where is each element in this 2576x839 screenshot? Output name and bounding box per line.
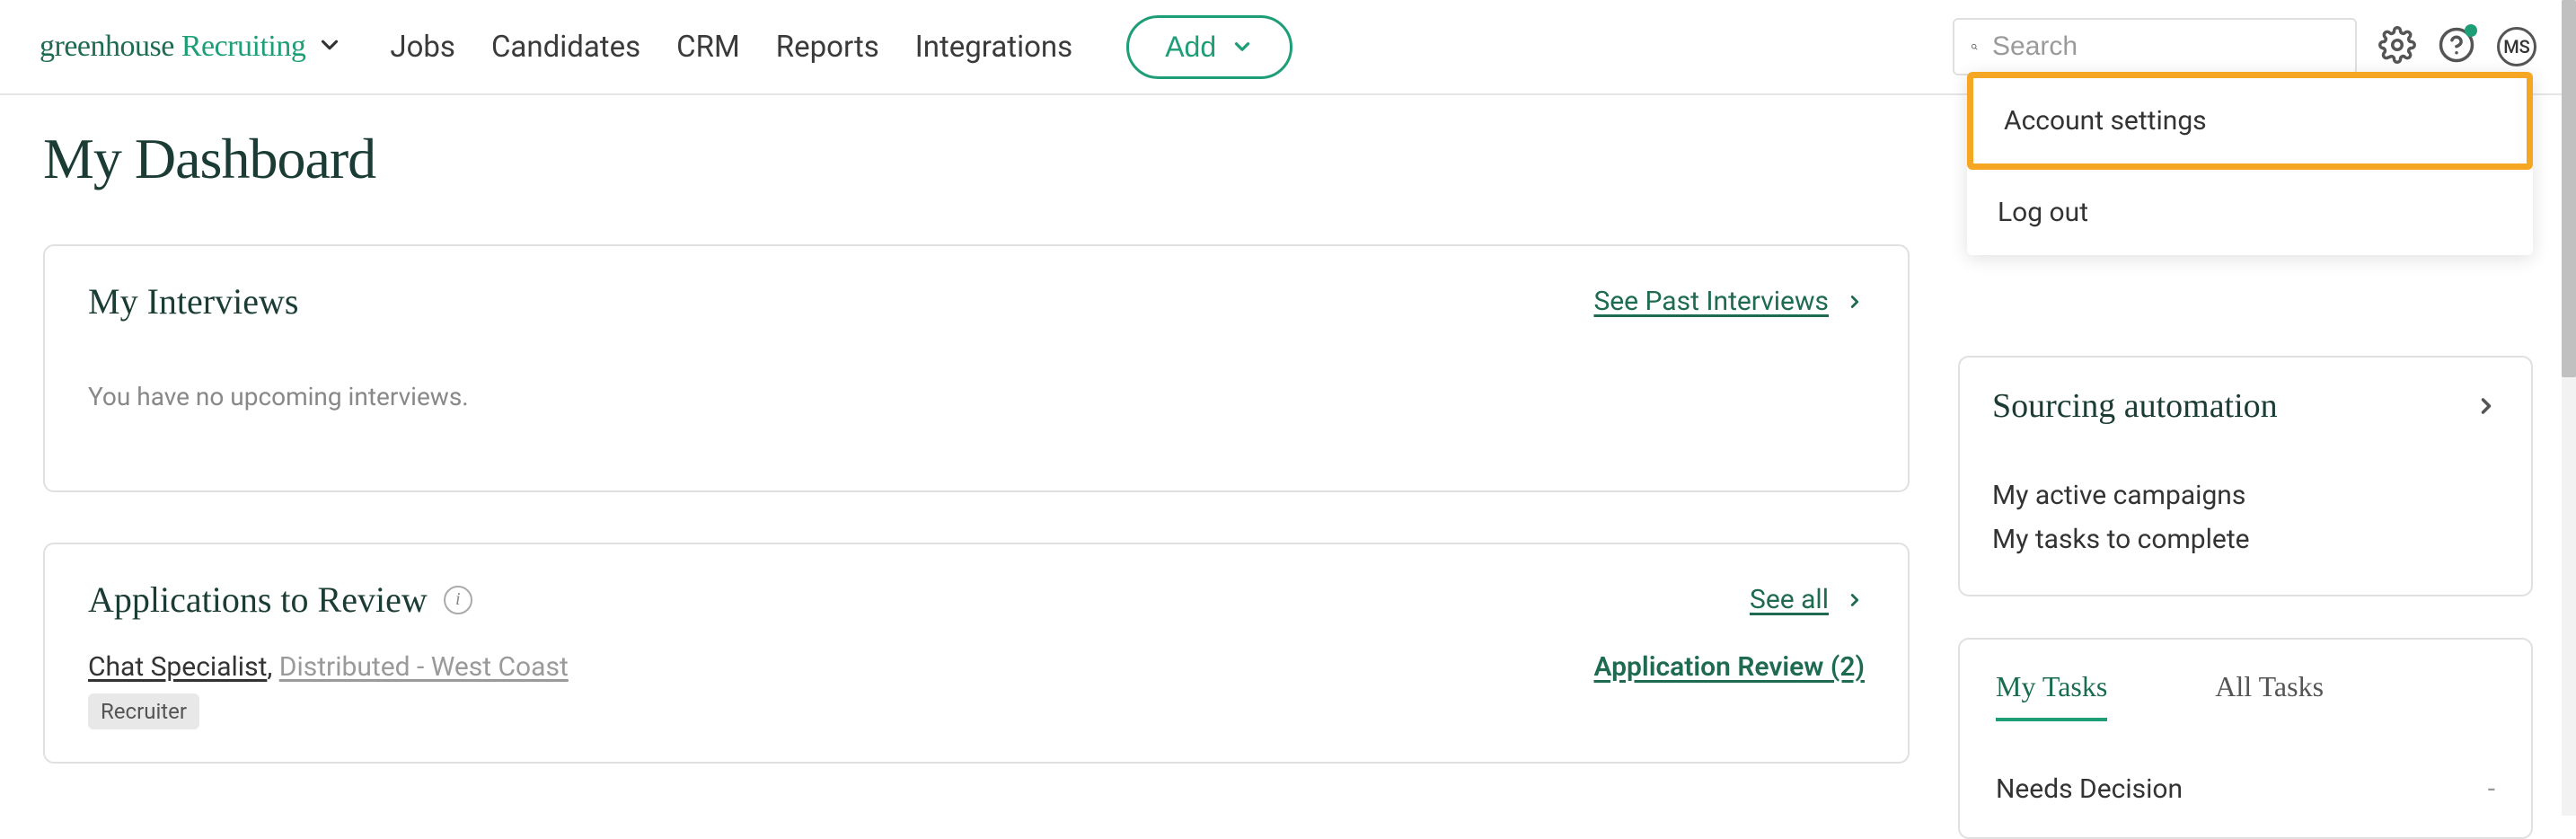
sourcing-header[interactable]: Sourcing automation	[1960, 358, 2531, 455]
sourcing-card: Sourcing automation My active campaigns …	[1958, 356, 2533, 596]
brand[interactable]: greenhouse Recruiting	[40, 30, 343, 64]
applications-title: Applications to Review i	[88, 578, 472, 621]
nav-right: MS	[1953, 18, 2536, 75]
account-settings-item[interactable]: Account settings	[1967, 72, 2533, 170]
search-icon	[1971, 31, 1978, 63]
tasks-card: My Tasks All Tasks Needs Decision -	[1958, 638, 2533, 839]
tab-all-tasks[interactable]: All Tasks	[2215, 670, 2324, 721]
nav-candidates[interactable]: Candidates	[491, 30, 640, 65]
interviews-card: My Interviews See Past Interviews You ha…	[43, 244, 1910, 492]
tasks-to-complete-link[interactable]: My tasks to complete	[1992, 524, 2499, 555]
nav-reports[interactable]: Reports	[776, 30, 879, 65]
search-input[interactable]	[1992, 31, 2339, 62]
application-job-link[interactable]: Chat Specialist	[88, 651, 267, 683]
top-nav: greenhouse Recruiting Jobs Candidates CR…	[0, 0, 2576, 95]
gear-icon	[2378, 26, 2416, 64]
scrollbar-track[interactable]	[2562, 0, 2576, 816]
application-review-link[interactable]: Application Review (2)	[1594, 651, 1865, 683]
avatar[interactable]: MS	[2497, 27, 2536, 66]
chevron-down-icon[interactable]	[316, 31, 343, 62]
info-icon[interactable]: i	[444, 586, 472, 614]
main-column: My Dashboard My Interviews See Past Inte…	[43, 126, 1910, 839]
application-row: Chat Specialist, Distributed - West Coas…	[88, 651, 1865, 729]
chevron-down-icon	[1231, 35, 1254, 58]
chevron-right-icon	[1845, 292, 1865, 312]
interviews-title: My Interviews	[88, 280, 298, 322]
active-campaigns-link[interactable]: My active campaigns	[1992, 480, 2499, 511]
nav-links: Jobs Candidates CRM Reports Integrations	[390, 30, 1072, 65]
scrollbar-thumb[interactable]	[2562, 0, 2576, 377]
interviews-empty: You have no upcoming interviews.	[88, 373, 1865, 447]
add-button[interactable]: Add	[1126, 15, 1292, 79]
task-row-value: -	[2488, 773, 2495, 805]
search-field[interactable]	[1953, 18, 2357, 75]
log-out-item[interactable]: Log out	[1967, 170, 2533, 255]
brand-text: greenhouse Recruiting	[40, 30, 305, 64]
nav-jobs[interactable]: Jobs	[390, 30, 455, 65]
nav-integrations[interactable]: Integrations	[915, 30, 1072, 65]
sourcing-title: Sourcing automation	[1992, 386, 2278, 426]
notification-dot	[2465, 24, 2477, 37]
user-dropdown: Account settings Log out	[1967, 72, 2533, 255]
add-button-label: Add	[1165, 31, 1216, 64]
applications-card: Applications to Review i See all Chat Sp…	[43, 543, 1910, 764]
settings-button[interactable]	[2378, 26, 2416, 67]
role-badge: Recruiter	[88, 693, 199, 729]
past-interviews-link[interactable]: See Past Interviews	[1593, 286, 1865, 317]
help-button[interactable]	[2438, 26, 2475, 67]
see-all-applications-link[interactable]: See all	[1750, 584, 1865, 615]
task-row: Needs Decision -	[1960, 721, 2531, 837]
task-row-label: Needs Decision	[1996, 773, 2183, 805]
tasks-tabs: My Tasks All Tasks	[1960, 640, 2531, 721]
chevron-right-icon	[1845, 590, 1865, 610]
tab-my-tasks[interactable]: My Tasks	[1996, 670, 2107, 721]
application-location-link[interactable]: Distributed - West Coast	[279, 651, 569, 683]
page-title: My Dashboard	[43, 126, 1910, 192]
nav-crm[interactable]: CRM	[676, 30, 740, 65]
chevron-right-icon	[2474, 393, 2499, 419]
